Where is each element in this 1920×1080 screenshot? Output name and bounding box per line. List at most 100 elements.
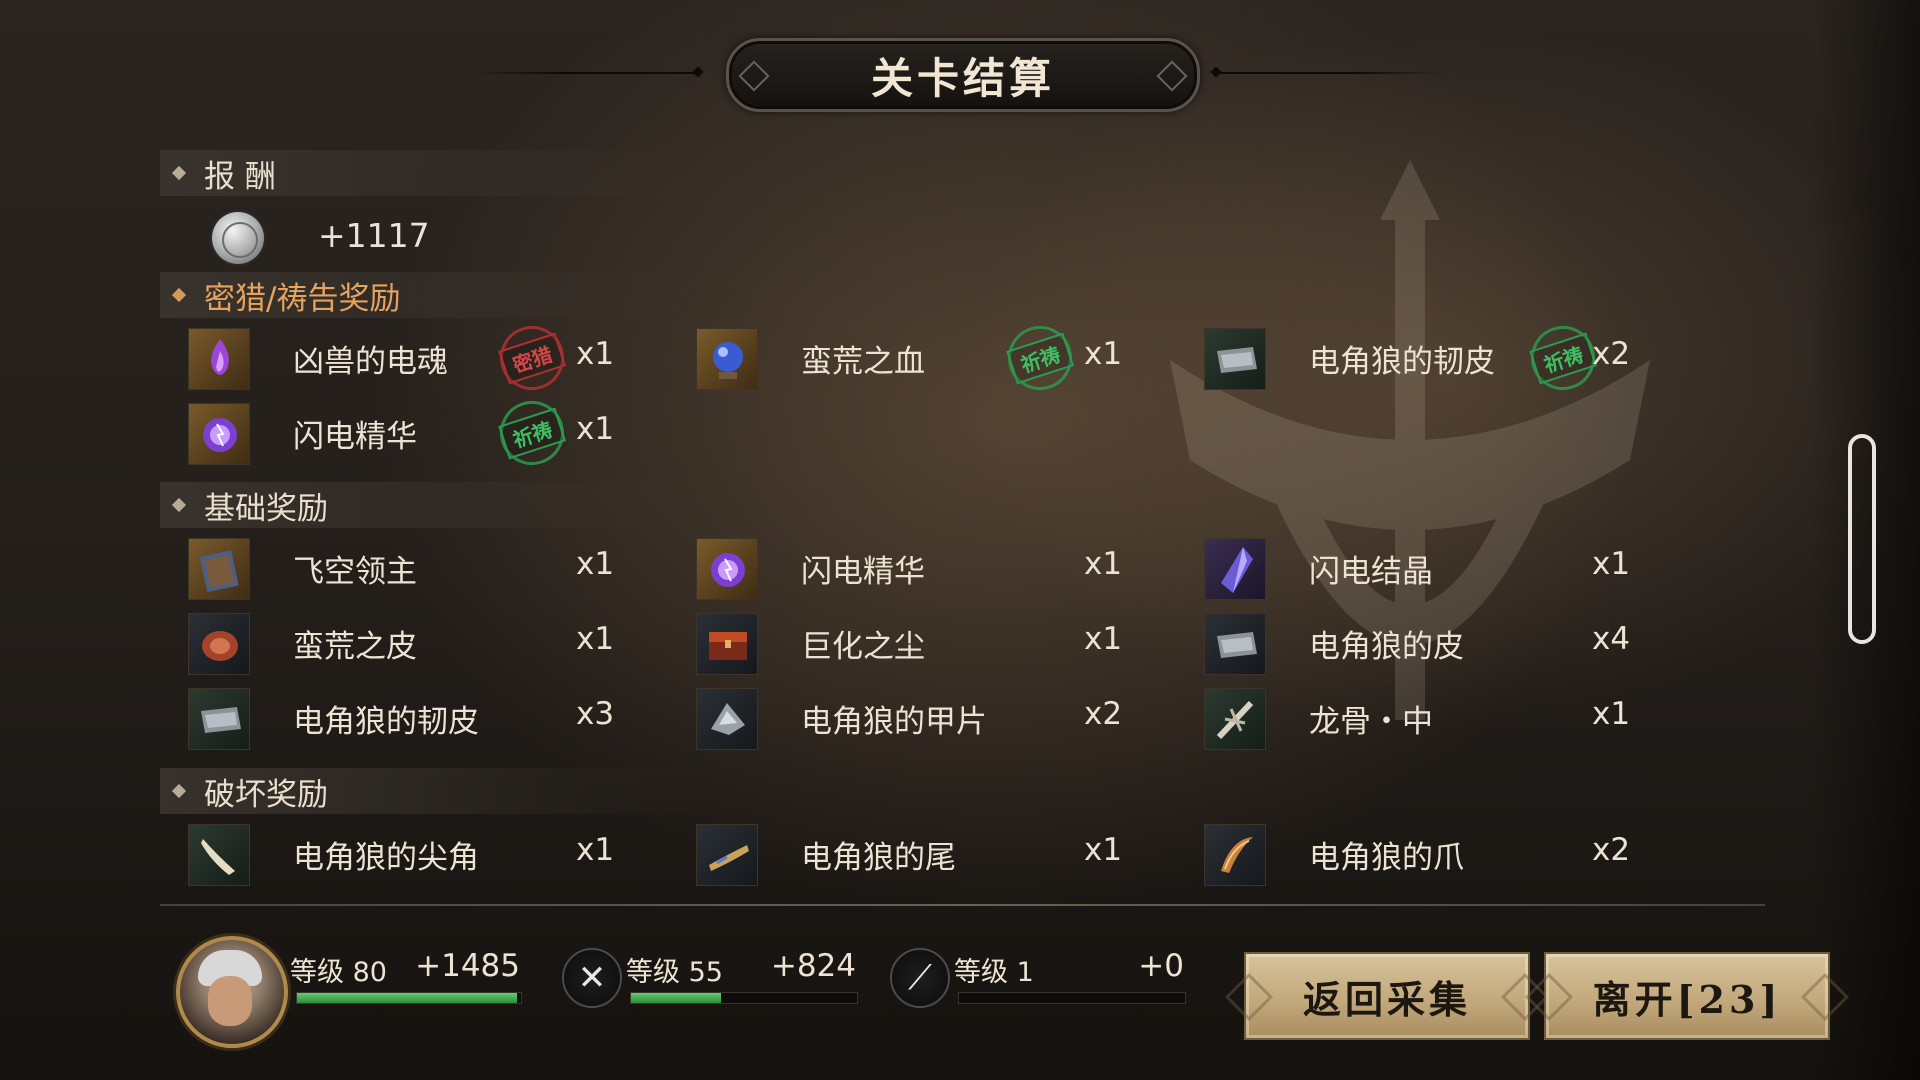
section-label: 破坏奖励 bbox=[204, 776, 328, 813]
stamp-badge: 祈祷 bbox=[995, 317, 1085, 399]
section-break: 破坏奖励 bbox=[160, 768, 700, 814]
hide-icon bbox=[1204, 328, 1266, 390]
player-level: 等级 80 bbox=[290, 957, 387, 988]
item-name: 电角狼的尾 bbox=[801, 840, 956, 876]
leave-button[interactable]: 离开[23] bbox=[1544, 952, 1830, 1040]
player-exp-gain: +1485 bbox=[415, 948, 520, 984]
item-qty: x1 bbox=[576, 411, 615, 447]
hide-icon bbox=[1204, 613, 1266, 675]
weapon2-exp-bar bbox=[958, 992, 1186, 1004]
crossed-swords-icon: ✕ bbox=[562, 948, 622, 1008]
tail-icon bbox=[696, 824, 758, 886]
hide-icon bbox=[188, 688, 250, 750]
crystal-icon bbox=[1204, 538, 1266, 600]
item-qty: x1 bbox=[1592, 696, 1631, 732]
weapon1-level: 等级 55 bbox=[626, 957, 723, 988]
lightning-orb-icon bbox=[188, 403, 250, 465]
fur-icon bbox=[188, 613, 250, 675]
item-name: 电角狼的韧皮 bbox=[1309, 344, 1495, 380]
title-line-right bbox=[1215, 72, 1445, 74]
avatar[interactable] bbox=[176, 936, 288, 1048]
reward-item[interactable]: 电角狼的韧皮 x3 bbox=[188, 688, 688, 752]
item-qty: x1 bbox=[576, 621, 615, 657]
reward-item[interactable]: 电角狼的韧皮 祈祷 x2 bbox=[1204, 317, 1704, 399]
player-exp-bar bbox=[296, 992, 522, 1004]
item-name: 电角狼的皮 bbox=[1309, 629, 1464, 665]
item-name: 电角狼的韧皮 bbox=[293, 704, 479, 740]
return-gather-button[interactable]: 返回采集 bbox=[1244, 952, 1530, 1040]
item-name: 电角狼的尖角 bbox=[293, 840, 479, 876]
item-qty: x1 bbox=[576, 336, 615, 372]
item-qty: x4 bbox=[1592, 621, 1631, 657]
divider bbox=[160, 904, 1765, 906]
reward-item[interactable]: 凶兽的电魂 密猎 x1 bbox=[188, 317, 688, 399]
player-exp-fill bbox=[297, 993, 517, 1003]
bone-icon bbox=[1204, 688, 1266, 750]
ornament-icon bbox=[738, 60, 770, 92]
item-qty: x1 bbox=[1084, 832, 1123, 868]
item-qty: x1 bbox=[576, 546, 615, 582]
item-name: 巨化之尘 bbox=[801, 629, 925, 665]
weapon2-exp-gain: +0 bbox=[1138, 948, 1184, 984]
item-name: 蛮荒之血 bbox=[801, 344, 925, 380]
blue-orb-icon bbox=[696, 328, 758, 390]
book-icon bbox=[188, 538, 250, 600]
item-name: 凶兽的电魂 bbox=[293, 344, 448, 380]
section-hunt: 密猎/祷告奖励 bbox=[160, 272, 700, 318]
purple-flame-icon bbox=[188, 328, 250, 390]
item-qty: x2 bbox=[1592, 336, 1631, 372]
scroll-handle[interactable] bbox=[1848, 434, 1876, 644]
reward-item[interactable]: 蛮荒之皮 x1 bbox=[188, 613, 688, 677]
reward-item[interactable]: 电角狼的尖角 x1 bbox=[188, 824, 688, 888]
reward-item[interactable]: 龙骨・中 x1 bbox=[1204, 688, 1704, 752]
reward-item[interactable]: 电角狼的皮 x4 bbox=[1204, 613, 1704, 677]
item-qty: x3 bbox=[576, 696, 615, 732]
diamond-icon bbox=[171, 783, 187, 799]
item-name: 飞空领主 bbox=[293, 554, 417, 590]
reward-item[interactable]: 飞空领主 x1 bbox=[188, 538, 688, 602]
item-qty: x2 bbox=[1592, 832, 1631, 868]
item-qty: x1 bbox=[1592, 546, 1631, 582]
lance-icon: ⟋ bbox=[890, 948, 950, 1008]
claw-icon bbox=[1204, 824, 1266, 886]
diamond-icon bbox=[171, 165, 187, 181]
weapon1-exp-bar bbox=[630, 992, 858, 1004]
item-qty: x1 bbox=[1084, 546, 1123, 582]
item-qty: x2 bbox=[1084, 696, 1123, 732]
stamp-badge: 密猎 bbox=[487, 317, 577, 399]
reward-item[interactable]: 电角狼的尾 x1 bbox=[696, 824, 1196, 888]
reward-item[interactable]: 电角狼的爪 x2 bbox=[1204, 824, 1704, 888]
item-name: 闪电精华 bbox=[801, 554, 925, 590]
weapon1-exp-fill bbox=[631, 993, 722, 1003]
item-name: 蛮荒之皮 bbox=[293, 629, 417, 665]
item-qty: x1 bbox=[1084, 621, 1123, 657]
section-label: 密猎/祷告奖励 bbox=[204, 280, 401, 317]
weapon1-exp-gain: +824 bbox=[770, 948, 856, 984]
diamond-icon bbox=[171, 497, 187, 513]
horn-icon bbox=[188, 824, 250, 886]
page-title: 关卡结算 bbox=[870, 53, 1055, 103]
silver-coin-icon bbox=[212, 212, 264, 264]
reward-item[interactable]: 电角狼的甲片 x2 bbox=[696, 688, 1196, 752]
title-line-left bbox=[470, 72, 700, 74]
diamond-icon bbox=[171, 287, 187, 303]
item-name: 电角狼的甲片 bbox=[801, 704, 987, 740]
scale-icon bbox=[696, 688, 758, 750]
stamp-badge: 祈祷 bbox=[487, 392, 577, 474]
reward-item[interactable]: 巨化之尘 x1 bbox=[696, 613, 1196, 677]
chest-icon bbox=[696, 613, 758, 675]
reward-item[interactable]: 闪电精华 祈祷 x1 bbox=[188, 392, 688, 474]
item-qty: x1 bbox=[576, 832, 615, 868]
lightning-orb-icon bbox=[696, 538, 758, 600]
reward-item[interactable]: 蛮荒之血 祈祷 x1 bbox=[696, 317, 1196, 399]
reward-item[interactable]: 闪电结晶 x1 bbox=[1204, 538, 1704, 602]
section-label: 基础奖励 bbox=[204, 490, 328, 527]
item-qty: x1 bbox=[1084, 336, 1123, 372]
title-dot-left bbox=[692, 66, 704, 78]
title-banner: 关卡结算 bbox=[726, 38, 1200, 112]
reward-item[interactable]: 闪电精华 x1 bbox=[696, 538, 1196, 602]
weapon2-level: 等级 1 bbox=[954, 957, 1034, 988]
currency-amount: +1117 bbox=[318, 216, 430, 255]
section-reward: 报 酬 bbox=[160, 150, 700, 196]
result-screen: 关卡结算 报 酬 +1117 密猎/祷告奖励 凶兽的电魂 密猎 x1 蛮荒之血 … bbox=[0, 0, 1920, 1080]
